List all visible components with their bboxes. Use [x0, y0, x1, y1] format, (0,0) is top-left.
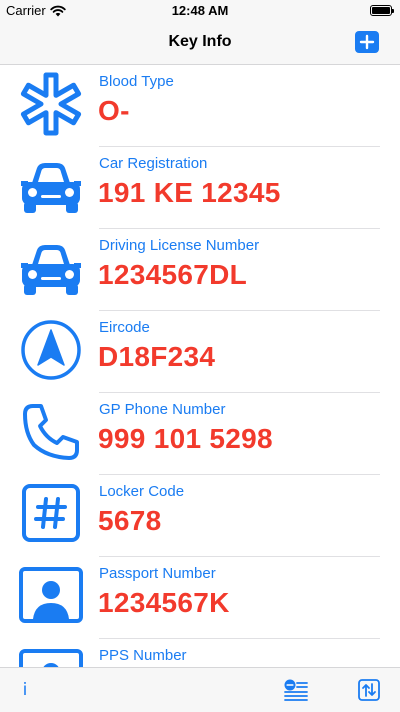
list-view-button[interactable] — [281, 676, 309, 704]
phone-icon — [23, 404, 79, 460]
person-card-icon — [19, 567, 83, 623]
info-icon: i — [22, 680, 28, 700]
medical-star-icon — [20, 72, 82, 136]
nav-bar: Key Info — [0, 22, 400, 65]
sort-button[interactable] — [355, 676, 383, 704]
item-label: Eircode — [99, 319, 150, 336]
list-item-blood-type[interactable]: Blood Type O- — [0, 65, 400, 147]
list-item-pps-number[interactable]: PPS Number — [0, 639, 400, 667]
item-value: 191 KE 12345 — [98, 177, 281, 208]
list-item-car-registration[interactable]: Car Registration 191 KE 12345 — [0, 147, 400, 229]
page-title: Key Info — [168, 33, 232, 50]
list-item-locker-code[interactable]: Locker Code 5678 — [0, 475, 400, 557]
item-value: D18F234 — [98, 341, 216, 372]
list-icon — [284, 679, 308, 701]
item-value: O- — [98, 95, 130, 126]
key-info-list: Blood Type O- Car Registration 191 KE 12… — [0, 65, 400, 667]
plus-icon — [359, 34, 375, 50]
bottom-toolbar: i — [0, 667, 400, 712]
item-value: 1234567DL — [98, 259, 248, 290]
item-label: Passport Number — [99, 565, 216, 582]
add-item-button[interactable] — [355, 31, 379, 53]
hash-icon — [22, 484, 80, 542]
item-value: 999 101 5298 — [98, 423, 273, 454]
list-item-driving-license[interactable]: Driving License Number 1234567DL — [0, 229, 400, 311]
status-bar: Carrier 12:48 AM — [0, 0, 400, 22]
person-card-icon — [19, 649, 83, 667]
status-time: 12:48 AM — [171, 3, 229, 18]
car-icon — [21, 163, 81, 213]
item-label: Blood Type — [99, 73, 174, 90]
item-label: Car Registration — [99, 155, 208, 172]
car-icon — [21, 245, 81, 295]
item-label: Driving License Number — [99, 237, 260, 254]
item-value: 1234567K — [98, 587, 230, 618]
list-item-gp-phone[interactable]: GP Phone Number 999 101 5298 — [0, 393, 400, 475]
list-item-eircode[interactable]: Eircode D18F234 — [0, 311, 400, 393]
info-button[interactable]: i — [11, 676, 39, 704]
item-label: PPS Number — [99, 647, 187, 664]
item-label: GP Phone Number — [99, 401, 226, 418]
location-arrow-icon — [21, 320, 81, 380]
sort-icon — [358, 679, 380, 701]
battery-icon — [370, 5, 394, 16]
item-label: Locker Code — [99, 483, 185, 500]
list-item-passport[interactable]: Passport Number 1234567K — [0, 557, 400, 639]
item-value: 5678 — [98, 505, 162, 536]
